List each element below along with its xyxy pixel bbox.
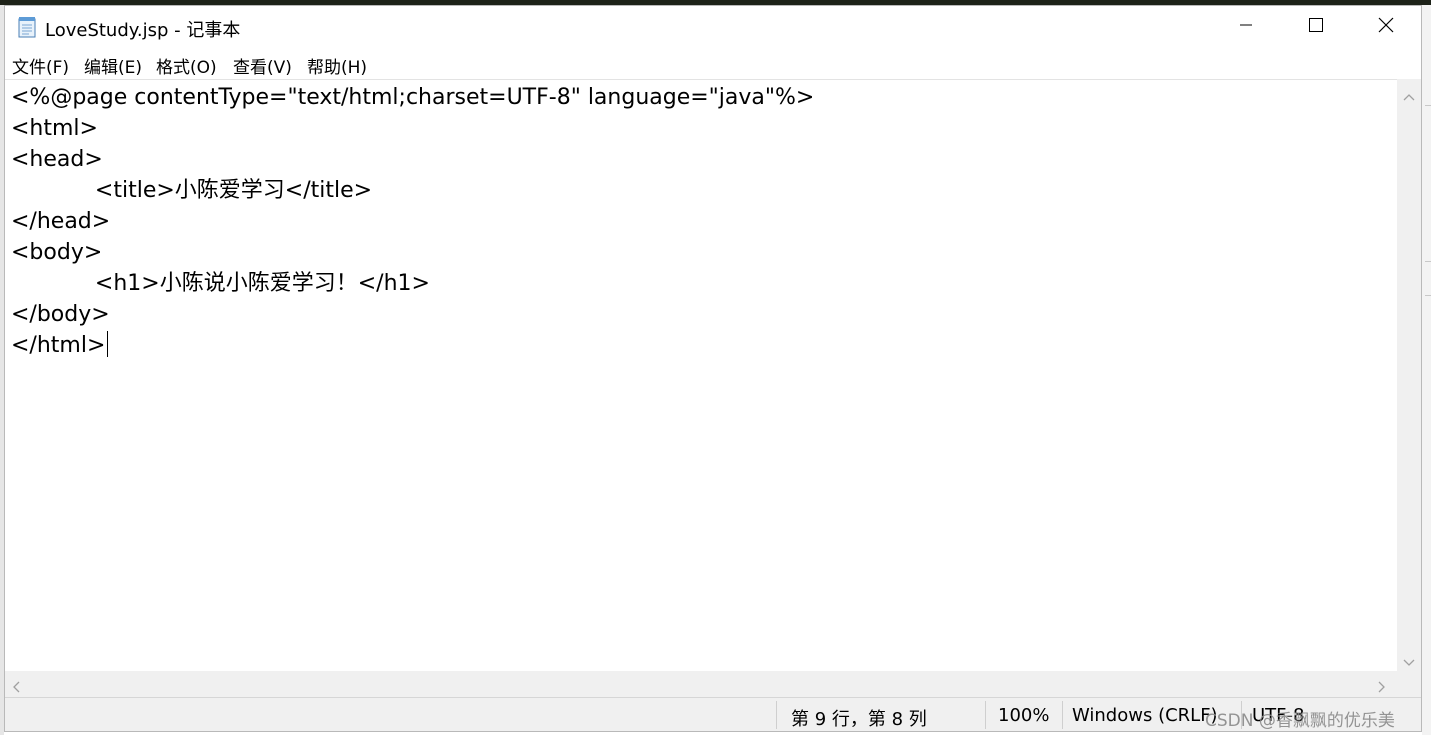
code-line-7: <h1>小陈说小陈爱学习！</h1> [11,271,430,296]
text-caret [107,331,109,357]
menu-help[interactable]: 帮助(H) [307,53,367,78]
minimize-icon [1238,17,1254,37]
vertical-scrollbar[interactable] [1397,79,1421,671]
menu-bar: 文件(F) 编辑(E) 格式(O) 查看(V) 帮助(H) [5,48,1421,78]
code-line-8: </body> [11,302,110,327]
maximize-icon [1308,17,1324,37]
menu-edit[interactable]: 编辑(E) [84,53,142,78]
minimize-button[interactable] [1211,6,1281,48]
close-button[interactable] [1351,6,1421,48]
notepad-window: LoveStudy.jsp - 记事本 文件(F) 编辑(E) 格式(O) 查看… [4,5,1422,732]
menu-view[interactable]: 查看(V) [233,53,292,78]
code-line-1: <%@page contentType="text/html;charset=U… [11,85,815,110]
close-icon [1378,17,1394,37]
code-line-5: </head> [11,209,111,234]
window-title: LoveStudy.jsp - 记事本 [45,20,241,41]
status-bar: 第 9 行，第 8 列 100% Windows (CRLF) UTF-8 CS… [5,697,1421,731]
csdn-watermark: CSDN @香飘飘的优乐美 [1205,711,1395,731]
background-window-edge-right [1422,5,1431,735]
code-line-9: </html> [11,330,109,361]
status-separator [985,701,986,729]
scrollbar-corner [1397,671,1421,697]
horizontal-scrollbar[interactable] [5,671,1397,697]
maximize-button[interactable] [1281,6,1351,48]
code-line-2: <html> [11,116,98,141]
code-line-9-text: </html> [11,333,106,358]
notepad-icon [17,16,37,38]
menu-file[interactable]: 文件(F) [12,53,69,78]
code-line-3: <head> [11,147,103,172]
text-editor[interactable]: <%@page contentType="text/html;charset=U… [5,79,1397,671]
status-cursor-position: 第 9 行，第 8 列 [791,709,927,730]
status-zoom: 100% [998,705,1050,726]
code-line-6: <body> [11,240,103,265]
scroll-right-icon[interactable] [1377,678,1387,697]
menu-format[interactable]: 格式(O) [156,53,217,78]
scroll-left-icon[interactable] [11,678,21,697]
status-separator [776,701,777,729]
status-line-ending: Windows (CRLF) [1072,705,1218,726]
status-separator [1062,701,1063,729]
code-line-4: <title>小陈爱学习</title> [11,178,373,203]
title-bar[interactable]: LoveStudy.jsp - 记事本 [5,6,1421,48]
scroll-up-icon[interactable] [1403,87,1415,106]
scroll-down-icon[interactable] [1403,653,1415,672]
desktop: LoveStudy.jsp - 记事本 文件(F) 编辑(E) 格式(O) 查看… [0,0,1431,735]
